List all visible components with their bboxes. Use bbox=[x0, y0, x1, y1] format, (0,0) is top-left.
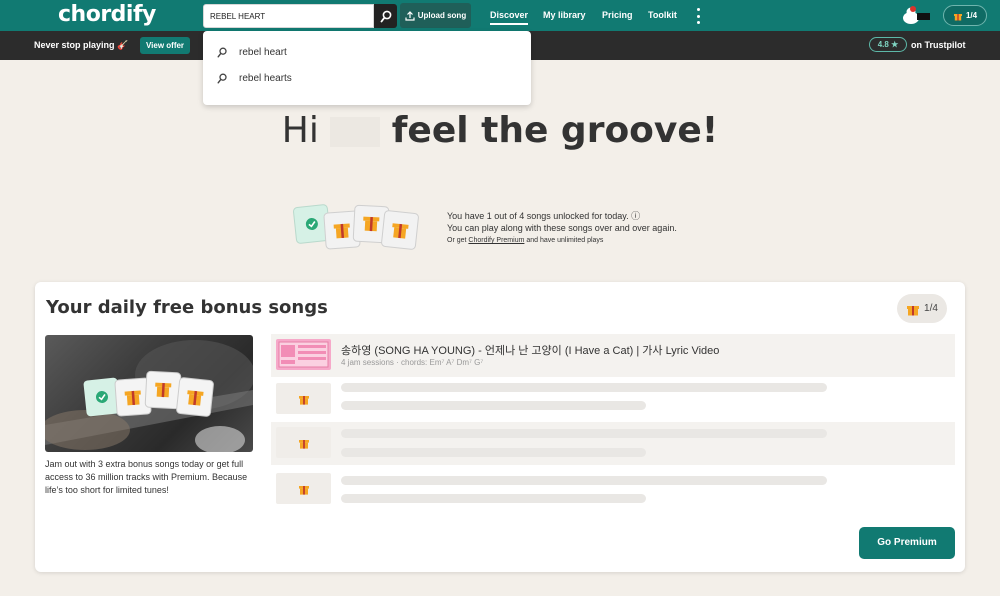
guitar-promo-image bbox=[45, 335, 253, 452]
premium-hint-pre: Or get bbox=[447, 237, 467, 244]
search-suggestions: rebel heart rebel hearts bbox=[203, 31, 531, 105]
locked-song-thumbnail bbox=[276, 427, 331, 458]
locked-song-thumbnail bbox=[276, 473, 331, 504]
upload-icon bbox=[405, 10, 415, 21]
song-thumbnail bbox=[276, 339, 331, 370]
locked-song-row[interactable] bbox=[271, 422, 955, 465]
song-title[interactable]: 송하영 (SONG HA YOUNG) - 언제나 난 고양이 (I Have … bbox=[341, 342, 719, 358]
bonus-description: Jam out with 3 extra bonus songs today o… bbox=[45, 459, 248, 495]
skeleton-line bbox=[341, 383, 827, 392]
search-icon bbox=[217, 73, 227, 84]
nav-my-library[interactable]: My library bbox=[543, 10, 586, 20]
premium-hint: Or get Chordify Premium and have unlimit… bbox=[447, 237, 603, 244]
song-cards-illustration bbox=[293, 204, 419, 250]
trustpilot-label[interactable]: on Trustpilot bbox=[911, 40, 966, 50]
chordify-premium-link[interactable]: Chordify Premium bbox=[468, 237, 524, 244]
gift-icon bbox=[953, 13, 962, 20]
promo-text: Never stop playing 🎸 bbox=[34, 40, 129, 50]
gift-icon bbox=[298, 439, 309, 449]
skeleton-line bbox=[341, 448, 646, 457]
unlock-hint-text: You can play along with these songs over… bbox=[447, 223, 677, 233]
bonus-songs-title: Your daily free bonus songs bbox=[46, 297, 328, 318]
skeleton-line bbox=[341, 494, 646, 503]
hero-heading: Hi feel the groove! bbox=[0, 110, 1000, 151]
hero-greeting: Hi bbox=[281, 110, 319, 151]
trustpilot-rating[interactable]: 4.8 ★ bbox=[869, 37, 907, 52]
skeleton-line bbox=[341, 429, 827, 438]
search-suggestion[interactable]: rebel hearts bbox=[217, 73, 292, 84]
suggestion-label: rebel heart bbox=[239, 47, 287, 58]
bonus-songs-counter: 1/4 bbox=[897, 294, 947, 323]
nav-toolkit[interactable]: Toolkit bbox=[648, 10, 677, 20]
guitar-player-illustration bbox=[45, 340, 253, 452]
skeleton-line bbox=[341, 401, 646, 410]
gift-icon bbox=[298, 485, 309, 495]
suggestion-label: rebel hearts bbox=[239, 73, 292, 84]
search-icon bbox=[217, 47, 227, 58]
go-premium-button[interactable]: Go Premium bbox=[859, 527, 955, 559]
song-meta: 4 jam sessions · chords: Em⁷ A⁷ Dm⁷ G⁷ bbox=[341, 358, 484, 367]
username-redacted bbox=[330, 117, 381, 147]
more-menu-icon[interactable] bbox=[695, 8, 701, 24]
user-avatar[interactable] bbox=[900, 5, 932, 25]
hero-tagline: feel the groove! bbox=[391, 110, 719, 151]
search-suggestion[interactable]: rebel heart bbox=[217, 47, 287, 58]
nav-pricing[interactable]: Pricing bbox=[602, 10, 633, 20]
nav-discover[interactable]: Discover bbox=[490, 10, 529, 25]
view-offer-button[interactable]: View offer bbox=[140, 37, 190, 54]
bonus-count: 1/4 bbox=[924, 303, 938, 314]
free-songs-counter[interactable]: 1/4 bbox=[943, 5, 987, 26]
locked-song-row[interactable] bbox=[271, 378, 955, 421]
unlock-status-text: You have 1 out of 4 songs unlocked for t… bbox=[447, 211, 641, 221]
upload-song-label: Upload song bbox=[417, 11, 467, 20]
premium-hint-post: and have unlimited plays bbox=[526, 237, 604, 244]
upload-song-button[interactable]: Upload song bbox=[400, 3, 471, 28]
gift-icon bbox=[907, 305, 920, 315]
song-row[interactable]: 송하영 (SONG HA YOUNG) - 언제나 난 고양이 (I Have … bbox=[271, 334, 955, 377]
free-songs-count: 1/4 bbox=[965, 11, 978, 20]
skeleton-line bbox=[341, 476, 827, 485]
search-input[interactable]: REBEL HEART bbox=[203, 4, 374, 28]
locked-song-thumbnail bbox=[276, 383, 331, 414]
gift-icon bbox=[298, 395, 309, 405]
chordify-logo[interactable]: chordify bbox=[58, 2, 156, 27]
locked-song-row[interactable] bbox=[271, 468, 955, 511]
search-button[interactable] bbox=[374, 4, 397, 28]
search-icon bbox=[380, 10, 391, 22]
